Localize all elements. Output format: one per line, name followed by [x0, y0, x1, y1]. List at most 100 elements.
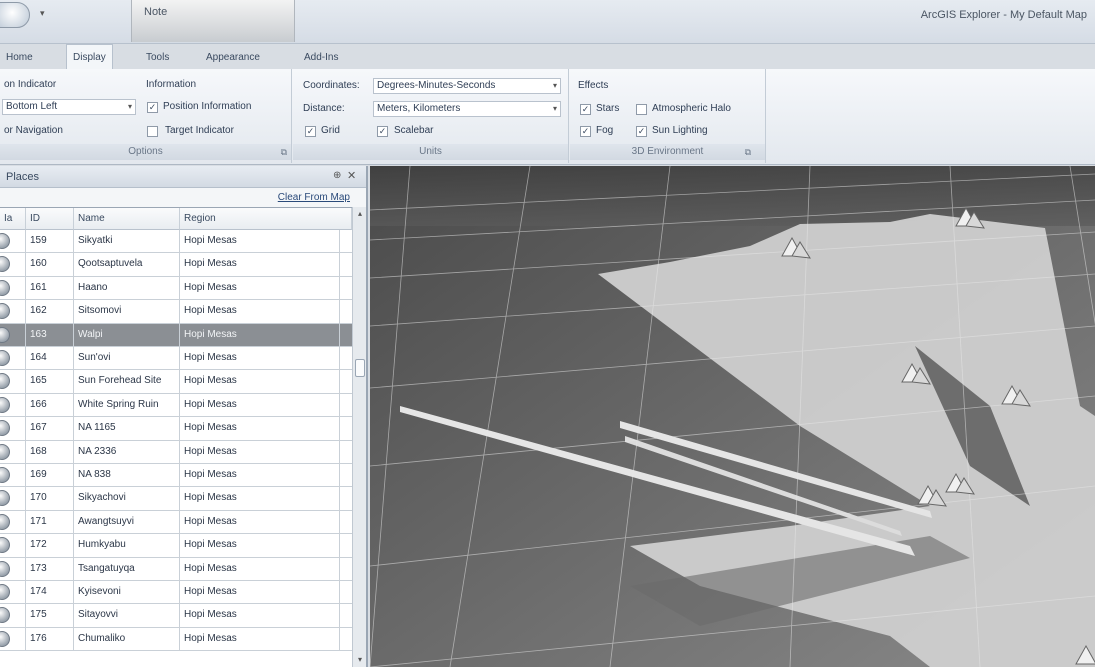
options-group-label: Options: [0, 144, 291, 160]
column-header-name[interactable]: Name: [74, 208, 180, 230]
tab-home[interactable]: Home: [0, 47, 39, 69]
place-visibility-icon[interactable]: [0, 256, 10, 273]
table-row[interactable]: 170 Sikyachovi Hopi Mesas: [0, 487, 352, 511]
environment-group: Effects ✓ Stars Atmospheric Halo ✓ Fog ✓…: [570, 69, 766, 163]
visibility-cell[interactable]: [0, 230, 26, 253]
terrain-scene: [370, 166, 1095, 667]
place-visibility-icon[interactable]: [0, 467, 10, 483]
table-row[interactable]: 162 Sitsomovi Hopi Mesas: [0, 300, 352, 324]
indicator-heading: on Indicator: [4, 79, 57, 90]
visibility-cell[interactable]: [0, 300, 26, 323]
pin-icon[interactable]: ⊕: [333, 170, 341, 181]
place-visibility-icon[interactable]: [0, 560, 10, 577]
place-visibility-icon[interactable]: [0, 584, 10, 600]
column-header-region[interactable]: Region: [180, 208, 352, 230]
visibility-cell[interactable]: [0, 323, 26, 346]
quick-access-dropdown-icon[interactable]: ▾: [40, 8, 45, 19]
table-row[interactable]: 165 Sun Forehead Site Hopi Mesas: [0, 370, 352, 394]
place-visibility-icon[interactable]: [0, 279, 10, 296]
table-row[interactable]: 161 Haano Hopi Mesas: [0, 276, 352, 301]
place-visibility-icon[interactable]: [0, 233, 10, 249]
atmospheric-halo-checkbox[interactable]: [636, 104, 647, 115]
table-row[interactable]: 175 Sitayovvi Hopi Mesas: [0, 604, 352, 628]
visibility-cell[interactable]: [0, 440, 26, 463]
table-row[interactable]: 163 Walpi Hopi Mesas: [0, 323, 352, 347]
tab-display[interactable]: Display: [66, 44, 113, 70]
coordinates-combo[interactable]: Degrees-Minutes-Seconds ▾: [373, 78, 561, 94]
visibility-cell[interactable]: [0, 557, 26, 580]
scrollbar-thumb[interactable]: [355, 359, 365, 377]
column-header-visibility[interactable]: Ia: [0, 208, 26, 230]
panel-title: Places: [6, 171, 40, 183]
region-cell: Hopi Mesas: [180, 393, 340, 417]
column-header-id[interactable]: ID: [26, 208, 74, 230]
place-visibility-icon[interactable]: [0, 537, 10, 554]
grid-checkbox[interactable]: ✓: [305, 126, 316, 137]
map-view[interactable]: [370, 166, 1095, 667]
table-row[interactable]: 169 NA 838 Hopi Mesas: [0, 464, 352, 488]
distance-combo[interactable]: Meters, Kilometers ▾: [373, 101, 561, 117]
place-visibility-icon[interactable]: [0, 443, 10, 460]
table-row[interactable]: 173 Tsangatuyqa Hopi Mesas: [0, 557, 352, 581]
place-visibility-icon[interactable]: [0, 630, 10, 647]
table-row[interactable]: 171 Awangtsuyvi Hopi Mesas: [0, 510, 352, 535]
name-cell: NA 838: [74, 464, 180, 487]
tab-appearance[interactable]: Appearance: [200, 47, 266, 69]
id-cell: 174: [26, 581, 74, 604]
place-visibility-icon[interactable]: [0, 326, 10, 343]
application-menu-button[interactable]: [0, 2, 30, 28]
sun-lighting-checkbox[interactable]: ✓: [636, 126, 647, 137]
table-row[interactable]: 164 Sun'ovi Hopi Mesas: [0, 347, 352, 371]
visibility-cell[interactable]: [0, 393, 26, 417]
visibility-cell[interactable]: [0, 510, 26, 534]
indicator-position-value: Bottom Left: [6, 101, 58, 112]
clear-from-map-link[interactable]: Clear From Map: [278, 192, 350, 203]
visibility-cell[interactable]: [0, 604, 26, 627]
tab-add-ins[interactable]: Add-Ins: [298, 47, 344, 69]
visibility-cell[interactable]: [0, 370, 26, 393]
visibility-cell[interactable]: [0, 464, 26, 487]
stars-checkbox[interactable]: ✓: [580, 104, 591, 115]
place-visibility-icon[interactable]: [0, 396, 10, 413]
close-icon[interactable]: ✕: [347, 169, 356, 182]
visibility-cell[interactable]: [0, 347, 26, 370]
target-indicator-checkbox[interactable]: [147, 126, 158, 137]
visibility-cell[interactable]: [0, 253, 26, 276]
indicator-position-combo[interactable]: Bottom Left ▾: [2, 99, 136, 115]
scalebar-checkbox[interactable]: ✓: [377, 126, 388, 137]
visibility-cell[interactable]: [0, 276, 26, 300]
place-visibility-icon[interactable]: [0, 490, 10, 507]
place-visibility-icon[interactable]: [0, 350, 10, 366]
id-cell: 163: [26, 323, 74, 346]
place-visibility-icon[interactable]: [0, 607, 10, 624]
visibility-cell[interactable]: [0, 581, 26, 604]
place-visibility-icon[interactable]: [0, 420, 10, 437]
place-visibility-icon[interactable]: [0, 303, 10, 320]
table-row[interactable]: 167 NA 1165 Hopi Mesas: [0, 417, 352, 441]
name-cell: Kyisevoni: [74, 581, 180, 604]
tab-tools[interactable]: Tools: [140, 47, 175, 69]
places-panel: Places ⊕ ✕ Clear From Map Ia ID Name Reg…: [0, 166, 368, 667]
place-visibility-icon[interactable]: [0, 373, 10, 390]
options-launcher-icon[interactable]: ⧉: [281, 147, 287, 158]
region-cell: Hopi Mesas: [180, 370, 340, 393]
table-row[interactable]: 174 Kyisevoni Hopi Mesas: [0, 581, 352, 605]
visibility-cell[interactable]: [0, 627, 26, 651]
place-visibility-icon[interactable]: [0, 513, 10, 530]
environment-launcher-icon[interactable]: ⧉: [745, 147, 751, 158]
table-scrollbar[interactable]: ▴ ▾: [352, 207, 366, 667]
scroll-up-icon[interactable]: ▴: [353, 207, 367, 221]
scroll-down-icon[interactable]: ▾: [353, 653, 367, 667]
position-information-checkbox[interactable]: ✓: [147, 102, 158, 113]
table-row[interactable]: 166 White Spring Ruin Hopi Mesas: [0, 393, 352, 418]
table-row[interactable]: 160 Qootsaptuvela Hopi Mesas: [0, 253, 352, 277]
visibility-cell[interactable]: [0, 417, 26, 440]
visibility-cell[interactable]: [0, 534, 26, 557]
fog-checkbox[interactable]: ✓: [580, 126, 591, 137]
name-cell: Humkyabu: [74, 534, 180, 557]
visibility-cell[interactable]: [0, 487, 26, 510]
table-row[interactable]: 172 Humkyabu Hopi Mesas: [0, 534, 352, 558]
table-row[interactable]: 176 Chumaliko Hopi Mesas: [0, 627, 352, 652]
table-row[interactable]: 159 Sikyatki Hopi Mesas: [0, 230, 352, 254]
table-row[interactable]: 168 NA 2336 Hopi Mesas: [0, 440, 352, 464]
